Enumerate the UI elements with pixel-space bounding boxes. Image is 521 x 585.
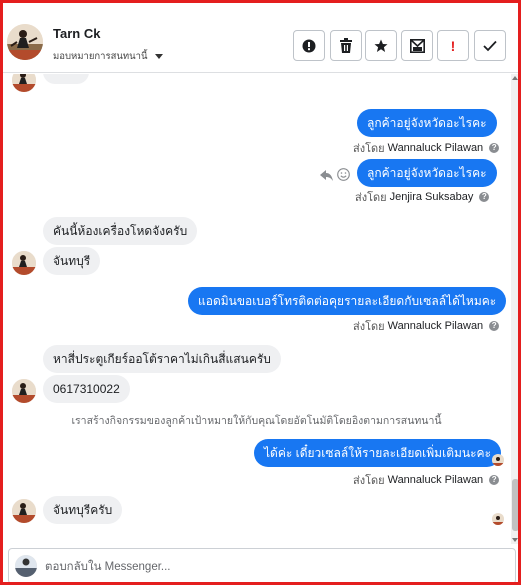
help-icon[interactable]: ? [489, 143, 500, 153]
conversation-panel: Tarn Ck มอบหมายการสนทนานี้ ! ลูกค้าอยู่จ… [0, 0, 521, 585]
sender-name: Jenjira Suksabay [389, 191, 474, 203]
outgoing-message[interactable]: แอดมินขอเบอร์โทรติดต่อคุยรายละเอียดกับเซ… [188, 287, 507, 315]
system-message: เราสร้างกิจกรรมของลูกค้าเป้าหมายให้กับคุ… [71, 415, 442, 427]
avatar [12, 251, 36, 275]
outgoing-message[interactable]: ลูกค้าอยู่จังหวัดอะไรคะ [357, 109, 497, 137]
mark-spam-button[interactable] [293, 30, 325, 61]
check-icon [483, 40, 497, 52]
avatar[interactable] [7, 24, 43, 60]
trash-icon [339, 38, 353, 53]
incoming-message[interactable]: หาสี่ประตูเกียร์ออโต้ราคาไม่เกินสี่แสนคร… [43, 345, 281, 373]
scroll-down-arrow-icon[interactable] [512, 538, 518, 542]
incoming-message-partial [43, 74, 89, 84]
contact-name: Tarn Ck [53, 26, 101, 41]
incoming-message[interactable]: จันทบุรีครับ [43, 496, 123, 524]
chevron-down-icon [154, 54, 163, 59]
avatar [12, 499, 36, 523]
sent-by-prefix: ส่งโดย [353, 321, 385, 333]
sent-by-prefix: ส่งโดย [353, 143, 385, 155]
reply-icon[interactable] [320, 169, 334, 187]
sent-by-label: ส่งโดย Wannaluck Pilawan ? [353, 317, 500, 335]
sender-name: Wannaluck Pilawan [387, 474, 484, 486]
mark-important-button[interactable]: ! [437, 30, 469, 61]
mail-archive-icon [409, 38, 425, 53]
sender-name: Wannaluck Pilawan [387, 142, 484, 154]
outgoing-message[interactable]: ลูกค้าอยู่จังหวัดอะไรคะ [357, 159, 497, 187]
assign-conversation-dropdown[interactable]: มอบหมายการสนทนานี้ [53, 49, 163, 64]
archive-button[interactable] [401, 30, 433, 61]
exclamation-icon: ! [450, 37, 456, 54]
incoming-message[interactable]: 0617310022 [43, 375, 130, 403]
reply-input[interactable] [45, 557, 505, 577]
reply-composer [8, 548, 516, 582]
avatar [12, 379, 36, 403]
incoming-message[interactable]: คันนี้ห้องเครื่องโหดจังครับ [43, 217, 198, 245]
scrollbar[interactable] [511, 74, 518, 544]
sent-by-label: ส่งโดย Jenjira Suksabay ? [355, 188, 490, 206]
sent-by-label: ส่งโดย Wannaluck Pilawan ? [353, 139, 500, 157]
sent-by-prefix: ส่งโดย [353, 475, 385, 487]
scroll-up-arrow-icon[interactable] [512, 76, 518, 80]
emoji-reaction-icon[interactable] [337, 168, 350, 186]
sent-by-prefix: ส่งโดย [355, 192, 387, 204]
message-list[interactable]: ลูกค้าอยู่จังหวัดอะไรคะ ส่งโดย Wannaluck… [3, 74, 510, 544]
star-icon [374, 39, 388, 53]
incoming-message[interactable]: จันทบุรี [43, 247, 101, 275]
seen-avatar [492, 454, 504, 466]
mark-done-button[interactable] [474, 30, 506, 61]
sender-name: Wannaluck Pilawan [387, 320, 484, 332]
outgoing-message[interactable]: ได้ค่ะ เดี๋ยวเซลล์ให้รายละเอียดเพิ่มเติม… [254, 439, 502, 467]
conversation-header: Tarn Ck มอบหมายการสนทนานี้ ! [3, 3, 518, 73]
sent-by-label: ส่งโดย Wannaluck Pilawan ? [353, 471, 500, 489]
help-icon[interactable]: ? [479, 192, 490, 202]
seen-avatar [492, 513, 504, 525]
help-icon[interactable]: ? [489, 475, 500, 485]
avatar [12, 74, 36, 92]
star-button[interactable] [365, 30, 397, 61]
assign-label: มอบหมายการสนทนานี้ [53, 51, 148, 62]
help-icon[interactable]: ? [489, 321, 500, 331]
delete-button[interactable] [330, 30, 362, 61]
scrollbar-thumb[interactable] [512, 479, 518, 531]
alert-circle-icon [302, 39, 316, 53]
avatar [15, 555, 37, 577]
